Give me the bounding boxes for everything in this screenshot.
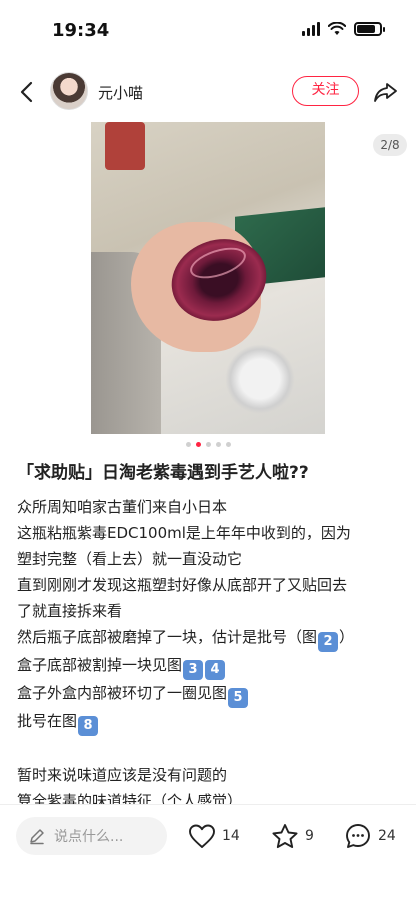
page-indicator: 2/8 bbox=[373, 134, 407, 156]
status-time: 19:34 bbox=[52, 20, 110, 41]
like-button[interactable]: 14 bbox=[188, 820, 240, 852]
post-line-blank bbox=[17, 736, 407, 762]
image-carousel[interactable]: 2/8 bbox=[0, 122, 416, 434]
bottom-action-bar: 说点什么... 14 9 24 bbox=[0, 804, 416, 901]
comment-placeholder: 说点什么... bbox=[54, 829, 124, 845]
post-line: 盒子外盒内部被环切了一圈见图 5 bbox=[17, 680, 407, 708]
avatar[interactable] bbox=[50, 72, 88, 110]
favorite-button[interactable]: 9 bbox=[271, 820, 314, 852]
post-body: 众所周知咱家古董们来自小日本 这瓶粘瓶紫毒EDC100ml是上年年中收到的，因为… bbox=[17, 494, 407, 804]
back-icon[interactable] bbox=[14, 78, 42, 106]
star-icon bbox=[272, 823, 298, 848]
status-icons bbox=[302, 22, 385, 36]
post-line-text: 盒子外盒内部被环切了一圈见图 bbox=[17, 684, 228, 702]
post-line: 算全紫毒的味道特征（个人感觉） bbox=[17, 792, 243, 804]
comment-input[interactable]: 说点什么... bbox=[16, 817, 167, 855]
author-name[interactable]: 元小喵 bbox=[98, 82, 143, 103]
post-photo[interactable] bbox=[91, 122, 325, 434]
carousel-dot[interactable] bbox=[215, 442, 221, 447]
comment-button[interactable]: 24 bbox=[344, 820, 396, 852]
post-line: 塑封完整（看上去）就一直没动它 bbox=[17, 550, 243, 568]
status-bar: 19:34 bbox=[0, 0, 416, 62]
pencil-icon bbox=[30, 829, 44, 845]
wifi-icon bbox=[328, 22, 346, 35]
post-line: 然后瓶子底部被磨掉了一块，估计是批号（图 2） bbox=[17, 624, 407, 652]
keycap-3-icon: 3 bbox=[183, 660, 204, 680]
post-line: 直到刚刚才发现这瓶塑封好像从底部开了又贴回去 bbox=[17, 576, 348, 594]
follow-button[interactable]: 关注 bbox=[292, 76, 359, 106]
post-line: 了就直接拆来看 bbox=[17, 602, 123, 620]
carousel-dot-active[interactable] bbox=[195, 442, 201, 447]
favorite-count: 9 bbox=[305, 828, 314, 844]
keycap-8-icon: 8 bbox=[78, 716, 99, 736]
post-line-text: ） bbox=[339, 628, 355, 646]
comment-count: 24 bbox=[378, 828, 396, 844]
comment-bubble-icon bbox=[346, 824, 370, 848]
post-line-text: 盒子底部被割掉一块见图 bbox=[17, 656, 183, 674]
like-count: 14 bbox=[222, 828, 240, 844]
battery-icon bbox=[354, 22, 385, 36]
carousel-dot[interactable] bbox=[205, 442, 211, 447]
share-icon[interactable] bbox=[372, 78, 400, 106]
heart-icon bbox=[189, 824, 215, 848]
keycap-4-icon: 4 bbox=[205, 660, 226, 680]
carousel-dots bbox=[0, 442, 416, 447]
post-header: 元小喵 关注 bbox=[0, 70, 416, 114]
signal-icon bbox=[302, 22, 320, 36]
post-line: 暂时来说味道应该是没有问题的 bbox=[17, 766, 228, 784]
keycap-5-icon: 5 bbox=[228, 688, 249, 708]
post-line: 盒子底部被割掉一块见图 3 4 bbox=[17, 652, 407, 680]
carousel-dot[interactable] bbox=[185, 442, 191, 447]
carousel-dot[interactable] bbox=[225, 442, 231, 447]
post-line: 众所周知咱家古董们来自小日本 bbox=[17, 498, 228, 516]
post-line: 这瓶粘瓶紫毒EDC100ml是上年年中收到的，因为 bbox=[17, 524, 351, 542]
post-line-text: 然后瓶子底部被磨掉了一块，估计是批号（图 bbox=[17, 628, 318, 646]
keycap-2-icon: 2 bbox=[318, 632, 339, 652]
post-line-text: 批号在图 bbox=[17, 712, 78, 730]
post-title: 「求助贴」日淘老紫毒遇到手艺人啦?? bbox=[17, 463, 309, 483]
post-line: 批号在图 8 bbox=[17, 708, 407, 736]
